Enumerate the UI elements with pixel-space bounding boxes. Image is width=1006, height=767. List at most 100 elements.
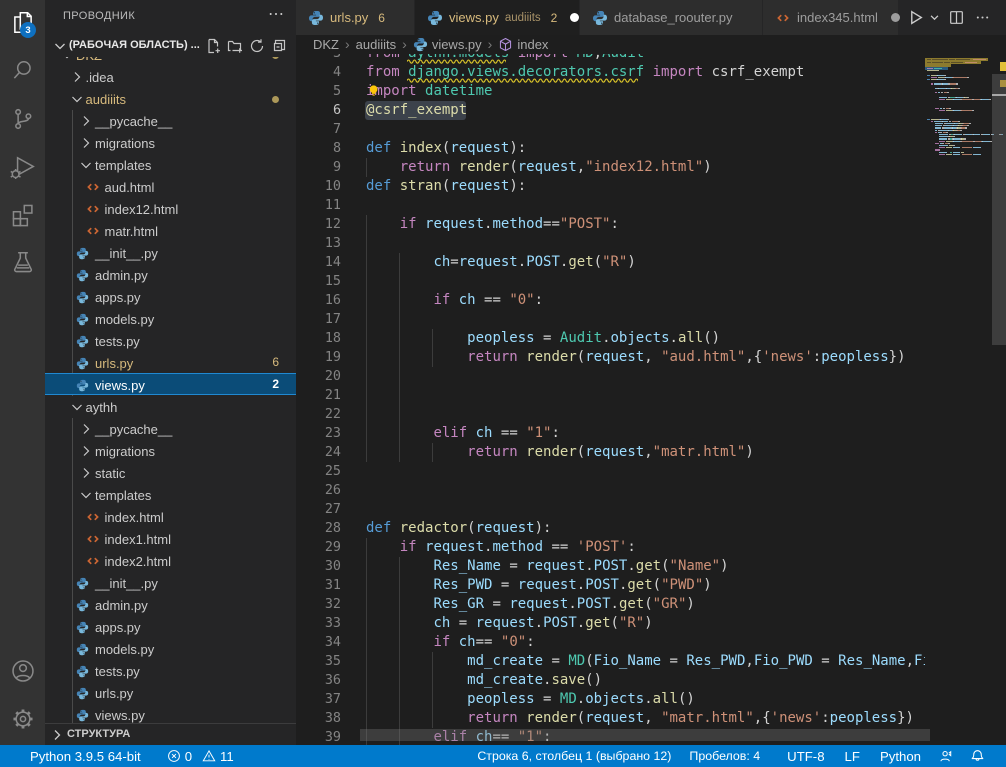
tree-item-templates[interactable]: templates [45, 154, 296, 176]
code-token [366, 292, 433, 308]
code-token: : [535, 292, 543, 308]
statusbar-eol[interactable]: LF [833, 749, 868, 764]
statusbar-language-mode[interactable]: Python [868, 749, 929, 764]
collapse-all-icon[interactable] [271, 38, 287, 54]
activity-source-control[interactable] [0, 96, 45, 142]
statusbar-cursor-position[interactable]: Строка 6, столбец 1 (выбрано 12) [469, 749, 679, 763]
tree-item-apps.py[interactable]: apps.py [45, 616, 296, 638]
tab-urls.py[interactable]: urls.py6 [296, 0, 415, 35]
tree-item-urls.py[interactable]: urls.py6 [45, 352, 296, 374]
activity-search[interactable] [0, 48, 45, 94]
code-token: method [492, 539, 543, 555]
statusbar-encoding[interactable]: UTF-8 [768, 749, 832, 764]
run-python-file-button[interactable] [904, 6, 926, 28]
tree-item-migrations[interactable]: migrations [45, 440, 296, 462]
activity-explorer[interactable]: 3 [0, 0, 45, 46]
tab-database_roouter.py[interactable]: database_roouter.py [580, 0, 763, 35]
horizontal-scrollbar-slider[interactable] [360, 729, 930, 741]
tree-item-aud.html[interactable]: aud.html [45, 176, 296, 198]
tree-item-tests.py[interactable]: tests.py [45, 330, 296, 352]
refresh-icon[interactable] [249, 38, 265, 54]
outline-section-header[interactable]: СТРУКТУРА [45, 723, 296, 745]
tree-item-apps.py[interactable]: apps.py [45, 286, 296, 308]
activity-settings[interactable] [0, 696, 45, 742]
new-file-icon[interactable] [205, 38, 221, 54]
activity-run-and-debug[interactable] [0, 144, 45, 190]
dirty-indicator-dot[interactable] [570, 13, 579, 22]
code-token [366, 159, 400, 175]
tree-item-views.py[interactable]: views.py2 [45, 373, 296, 395]
tree-item-__pycache__[interactable]: __pycache__ [45, 110, 296, 132]
feedback-icon[interactable] [929, 749, 962, 764]
workspace-section-header[interactable]: (РАБОЧАЯ ОБЛАСТЬ) ... [45, 35, 296, 57]
bell-icon[interactable] [962, 749, 985, 764]
tree-item-index1.html[interactable]: index1.html [45, 528, 296, 550]
code-token: objects [585, 691, 644, 707]
breadcrumb-views.py[interactable]: views.py [413, 37, 482, 52]
line-number: 5 [296, 82, 341, 101]
statusbar-indentation[interactable]: Пробелов: 4 [679, 749, 768, 763]
minimap-line [940, 108, 942, 109]
tree-item-tests.py[interactable]: tests.py [45, 660, 296, 682]
breadcrumb-audiiits[interactable]: audiiits [356, 37, 396, 52]
line-number: 4 [296, 63, 341, 82]
tree-item-models.py[interactable]: models.py [45, 308, 296, 330]
tree-item-admin.py[interactable]: admin.py [45, 264, 296, 286]
tree-item-urls.py[interactable]: urls.py [45, 682, 296, 704]
tree-item-admin.py[interactable]: admin.py [45, 594, 296, 616]
split-editor-button[interactable] [945, 6, 967, 28]
tree-item-index12.html[interactable]: index12.html [45, 198, 296, 220]
tree-item-index2.html[interactable]: index2.html [45, 550, 296, 572]
code-token: request [459, 254, 518, 270]
ellipsis-icon [975, 10, 990, 25]
code-token: }) [897, 710, 914, 726]
code-token: () [703, 330, 720, 346]
activity-account[interactable] [0, 648, 45, 694]
minimap-line [940, 119, 947, 120]
activity-testing[interactable] [0, 240, 45, 286]
statusbar-python-interpreter[interactable]: Python 3.9.5 64-bit [22, 749, 149, 764]
vertical-scrollbar[interactable] [992, 35, 1006, 745]
minimap-line [927, 79, 930, 80]
tree-item-index.html[interactable]: index.html [45, 506, 296, 528]
tree-item-label: __pycache__ [95, 422, 172, 437]
tree-item-__init__.py[interactable]: __init__.py [45, 242, 296, 264]
chevron-down-icon [69, 91, 85, 107]
breadcrumb-DKZ[interactable]: DKZ [313, 37, 339, 52]
tree-item-static[interactable]: static [45, 462, 296, 484]
tree-item-audiiits[interactable]: audiiits [45, 88, 296, 110]
line-number: 10 [296, 177, 341, 196]
code-token: "R" [619, 615, 644, 631]
code-token: "R" [602, 254, 627, 270]
tree-item-label: apps.py [95, 620, 141, 635]
activity-extensions[interactable] [0, 192, 45, 238]
tree-item-label: migrations [95, 136, 155, 151]
vertical-scrollbar-slider[interactable] [992, 74, 1006, 345]
tree-item-templates[interactable]: templates [45, 484, 296, 506]
views-and-more-actions-button[interactable]: ⋯ [263, 2, 289, 28]
run-dropdown-button[interactable] [928, 6, 940, 28]
tab-views.py[interactable]: views.pyaudiiits2 [415, 0, 580, 35]
code-token [568, 539, 576, 555]
code-editor[interactable]: from aythh.models import MD,Auditfrom dj… [296, 35, 1006, 745]
minimap-line [942, 143, 944, 144]
statusbar-problems[interactable]: 0 11 [149, 749, 242, 764]
lightbulb-icon[interactable] [367, 84, 381, 103]
tab-index345.html[interactable]: index345.html [763, 0, 899, 35]
minimap[interactable] [925, 35, 990, 745]
tree-item-models.py[interactable]: models.py [45, 638, 296, 660]
code-token: , [745, 653, 753, 669]
tree-item-migrations[interactable]: migrations [45, 132, 296, 154]
new-folder-icon[interactable] [227, 38, 243, 54]
tree-item-__init__.py[interactable]: __init__.py [45, 572, 296, 594]
code-token: "GR" [653, 596, 687, 612]
breadcrumb-index[interactable]: index [498, 37, 548, 52]
explorer-badge: 3 [20, 22, 36, 38]
tree-item-.idea[interactable]: .idea [45, 66, 296, 88]
tree-item-matr.html[interactable]: matr.html [45, 220, 296, 242]
tree-item-aythh[interactable]: aythh [45, 396, 296, 418]
more-actions-button[interactable] [971, 6, 993, 28]
tree-item-__pycache__[interactable]: __pycache__ [45, 418, 296, 440]
tree-item-label: aythh [86, 400, 118, 415]
debug-icon [10, 154, 36, 180]
